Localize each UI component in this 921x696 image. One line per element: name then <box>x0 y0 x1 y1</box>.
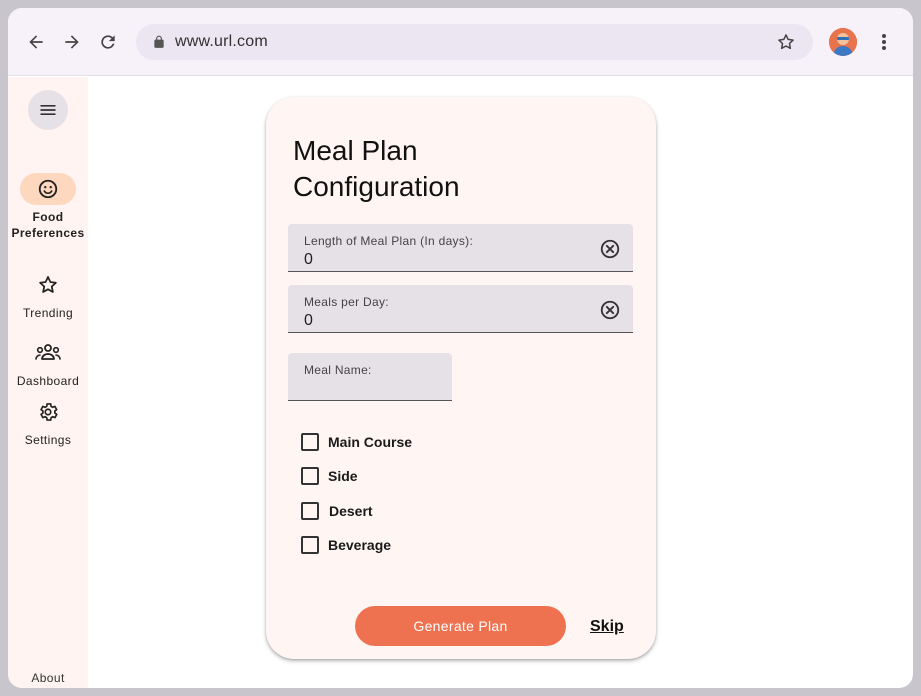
browser-window: www.url.com Food Preferences Trending Da… <box>8 8 913 688</box>
meals-per-day-value[interactable]: 0 <box>304 312 313 330</box>
checkbox-label: Beverage <box>328 537 392 553</box>
gear-icon <box>40 403 58 421</box>
rail-item-settings[interactable]: Settings <box>8 396 88 448</box>
meals-per-day-field[interactable]: Meals per Day: 0 <box>288 285 633 333</box>
rail-label-line1: Food <box>32 210 64 224</box>
length-field-label: Length of Meal Plan (In days): <box>304 234 474 248</box>
meal-name-label: Meal Name: <box>304 363 372 377</box>
avatar-image-icon <box>829 28 857 56</box>
checkbox-box[interactable] <box>301 536 319 554</box>
meal-name-field[interactable]: Meal Name: <box>288 353 452 401</box>
reload-button[interactable] <box>96 30 120 54</box>
about-link[interactable]: About <box>8 671 88 685</box>
group-icon <box>35 344 61 360</box>
length-field-value[interactable]: 0 <box>304 251 313 269</box>
browser-menu-button[interactable] <box>874 30 894 59</box>
generate-plan-button[interactable]: Generate Plan <box>355 606 566 646</box>
forward-arrow-icon <box>65 35 79 49</box>
length-field[interactable]: Length of Meal Plan (In days): 0 <box>288 224 633 272</box>
checkbox-label: Main Course <box>328 434 413 450</box>
navigation-rail: Food Preferences Trending Dashboard Sett… <box>8 77 88 688</box>
browser-toolbar: www.url.com <box>8 8 913 76</box>
checkbox-main-course[interactable]: Main Course <box>301 430 412 454</box>
checkbox-label: Desert <box>329 503 373 519</box>
rail-item-food-preferences[interactable]: Food Preferences <box>8 173 88 241</box>
rail-item-dashboard[interactable]: Dashboard <box>8 337 88 389</box>
rail-icon-container <box>20 396 76 428</box>
checkbox-box[interactable] <box>301 433 319 451</box>
rail-icon-container <box>20 269 76 301</box>
page-title: Meal Plan Configuration <box>293 135 460 202</box>
meals-per-day-label: Meals per Day: <box>304 295 389 309</box>
checkbox-box[interactable] <box>301 502 319 520</box>
more-vert-icon <box>882 34 886 50</box>
checkbox-label: Side <box>328 468 358 484</box>
reload-icon <box>101 35 115 49</box>
skip-link[interactable]: Skip <box>590 618 624 636</box>
meal-plan-card: Meal Plan Configuration Length of Meal P… <box>266 97 656 659</box>
star-icon[interactable] <box>776 32 796 52</box>
clear-icon[interactable] <box>599 238 621 260</box>
back-button[interactable] <box>24 30 48 54</box>
rail-item-trending[interactable]: Trending <box>8 269 88 321</box>
checkbox-side[interactable]: Side <box>301 464 358 488</box>
address-bar[interactable]: www.url.com <box>136 24 813 60</box>
smiley-icon <box>38 179 58 199</box>
rail-icon-container <box>20 337 76 369</box>
forward-button[interactable] <box>60 30 84 54</box>
back-arrow-icon <box>29 35 43 49</box>
star-icon <box>39 276 57 293</box>
url-text[interactable]: www.url.com <box>175 33 268 51</box>
rail-label-dashboard: Dashboard <box>16 374 80 388</box>
checkbox-beverage[interactable]: Beverage <box>301 533 391 557</box>
rail-active-indicator <box>20 173 76 205</box>
rail-label-food-preferences: Food Preferences <box>8 209 88 241</box>
checkbox-desert[interactable]: Desert <box>301 499 373 523</box>
rail-label-line2: Preferences <box>11 226 85 240</box>
avatar[interactable] <box>829 28 857 56</box>
rail-label-settings: Settings <box>24 433 72 447</box>
rail-label-trending: Trending <box>22 306 74 320</box>
checkbox-box[interactable] <box>301 467 319 485</box>
clear-icon[interactable] <box>599 299 621 321</box>
menu-button[interactable] <box>28 90 68 130</box>
hamburger-icon <box>40 105 56 115</box>
lock-icon <box>154 35 164 48</box>
